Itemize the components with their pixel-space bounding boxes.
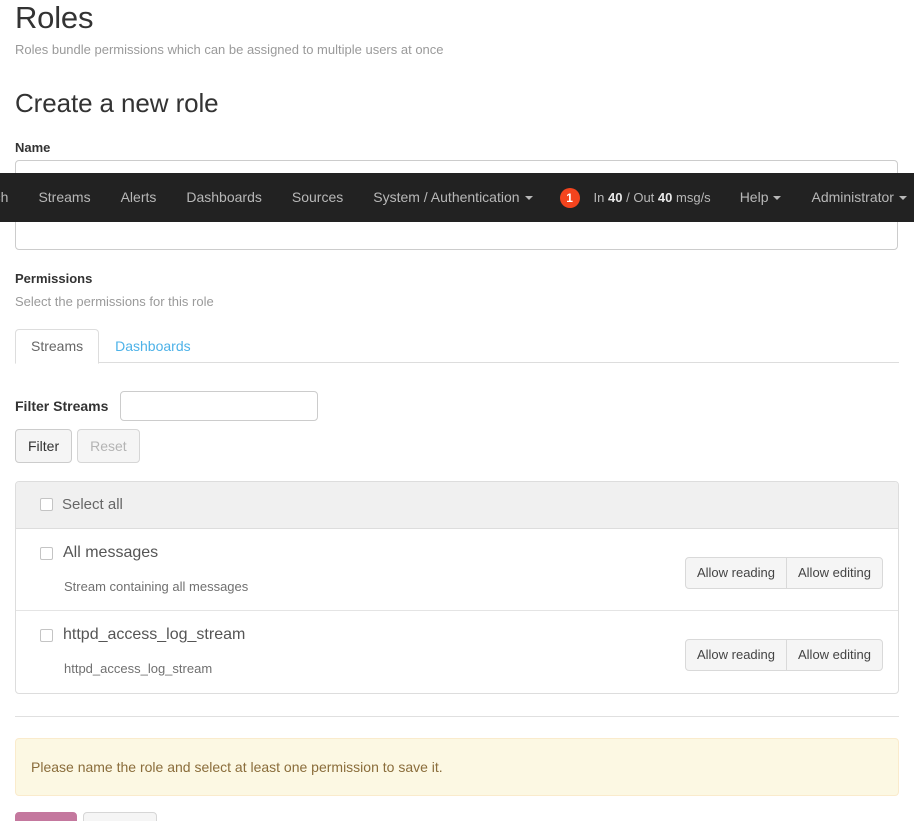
filter-input[interactable] <box>120 391 319 421</box>
stream-checkbox[interactable] <box>40 628 53 642</box>
save-button[interactable]: Save <box>15 812 77 821</box>
validation-alert: Please name the role and select at least… <box>15 738 899 796</box>
stream-permission-buttons: Allow reading Allow editing <box>684 639 883 671</box>
nav-item-system-label: System / Authentication <box>373 189 520 205</box>
chevron-down-icon <box>898 196 907 201</box>
tab-streams-link[interactable]: Streams <box>15 329 100 364</box>
streams-permission-panel: Select all All messages Stream containin… <box>15 481 899 694</box>
allow-editing-button[interactable]: Allow editing <box>786 639 883 671</box>
stream-title: httpd_access_log_stream <box>63 626 246 643</box>
throughput-indicator[interactable]: In 40 / Out 40 msg/s <box>580 190 725 205</box>
select-all-checkbox[interactable] <box>40 498 53 511</box>
permissions-tabs: Streams Dashboards <box>15 329 899 364</box>
tab-dashboards[interactable]: Dashboards <box>99 329 207 363</box>
notification-badge[interactable]: 1 <box>559 187 580 208</box>
name-label: Name <box>15 140 51 155</box>
permissions-label: Permissions <box>15 271 93 286</box>
form-actions: Save Cancel <box>15 812 899 821</box>
throughput-unit: msg/s <box>676 190 711 205</box>
cancel-button[interactable]: Cancel <box>82 812 157 821</box>
throughput-in-value: 40 <box>608 190 623 205</box>
page-content: Roles Roles bundle permissions which can… <box>0 0 914 821</box>
nav-item-system-authentication[interactable]: System / Authentication <box>358 173 547 222</box>
reset-button[interactable]: Reset <box>77 429 140 463</box>
table-row: All messages Stream containing all messa… <box>16 529 898 611</box>
tab-streams[interactable]: Streams <box>15 329 100 364</box>
filter-row: Filter Streams <box>15 391 899 421</box>
section-title: Create a new role <box>15 88 219 118</box>
filter-label: Filter Streams <box>15 398 109 414</box>
navbar-left: rch Streams Alerts Dashboards Sources Sy… <box>0 173 580 222</box>
page-subtitle: Roles bundle permissions which can be as… <box>15 42 444 57</box>
allow-reading-button[interactable]: Allow reading <box>684 557 787 589</box>
page-title: Roles <box>15 0 94 35</box>
nav-item-search[interactable]: rch <box>0 173 23 222</box>
allow-reading-button[interactable]: Allow reading <box>684 639 787 671</box>
throughput-out-value: 40 <box>657 190 673 205</box>
nav-item-user-menu[interactable]: Administrator <box>796 173 914 222</box>
throughput-in-label: In <box>593 190 605 205</box>
nav-item-help[interactable]: Help <box>725 173 797 222</box>
stream-title: All messages <box>63 544 159 561</box>
throughput-out-label: / Out <box>626 190 655 205</box>
nav-item-alerts[interactable]: Alerts <box>106 173 172 222</box>
tab-dashboards-link[interactable]: Dashboards <box>99 329 207 364</box>
select-all-row[interactable]: Select all <box>16 482 898 529</box>
permissions-help: Select the permissions for this role <box>15 294 214 309</box>
stream-permission-buttons: Allow reading Allow editing <box>684 557 883 589</box>
table-row: httpd_access_log_stream httpd_access_log… <box>16 611 898 693</box>
allow-editing-button[interactable]: Allow editing <box>786 557 883 589</box>
nav-item-sources[interactable]: Sources <box>277 173 358 222</box>
chevron-down-icon <box>524 196 533 201</box>
roles-page: Roles Roles bundle permissions which can… <box>0 0 914 821</box>
nav-item-dashboards[interactable]: Dashboards <box>171 173 277 222</box>
navbar-right: In 40 / Out 40 msg/s Help Administrator <box>580 173 914 222</box>
nav-item-user-label: Administrator <box>811 189 894 205</box>
select-all-label: Select all <box>62 496 123 513</box>
chevron-down-icon <box>773 196 782 201</box>
filter-buttons: Filter Reset <box>15 429 899 463</box>
section-divider <box>15 716 899 717</box>
nav-item-help-label: Help <box>739 189 769 205</box>
stream-checkbox[interactable] <box>40 546 53 560</box>
nav-item-streams[interactable]: Streams <box>23 173 105 222</box>
main-navbar: rch Streams Alerts Dashboards Sources Sy… <box>0 173 914 222</box>
filter-button[interactable]: Filter <box>15 429 73 463</box>
